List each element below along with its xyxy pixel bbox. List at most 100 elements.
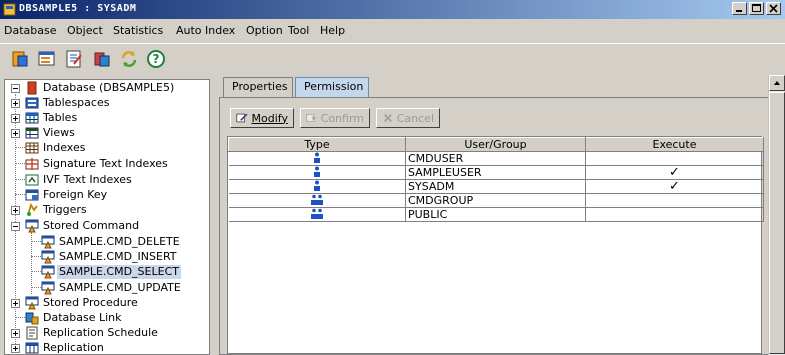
tree-item-stored-command[interactable]: Stored Command bbox=[5, 218, 209, 234]
expand-icon[interactable] bbox=[11, 299, 20, 308]
column-header-type[interactable]: Type bbox=[228, 137, 406, 152]
maximize-button[interactable] bbox=[749, 2, 764, 15]
type-cell bbox=[228, 165, 406, 180]
menu-statistics[interactable]: Statistics bbox=[113, 24, 163, 37]
execute-cell[interactable] bbox=[585, 151, 764, 166]
table-row[interactable]: SYSADM ✓ bbox=[228, 179, 764, 194]
app-icon bbox=[3, 3, 16, 16]
confirm-label: Confirm bbox=[320, 111, 364, 125]
command-icon bbox=[41, 281, 55, 295]
tree-item-replication-schedule[interactable]: Replication Schedule bbox=[5, 325, 209, 341]
scroll-up-button[interactable] bbox=[769, 75, 785, 91]
column-header-execute[interactable]: Execute bbox=[585, 137, 764, 152]
permission-tab-content: Modify Confirm Cancel Type User/Group Ex… bbox=[219, 97, 769, 355]
arrow-up-icon bbox=[774, 81, 780, 85]
execute-cell[interactable] bbox=[585, 193, 764, 208]
tree-item-tables[interactable]: Tables bbox=[5, 110, 209, 126]
tab-permission[interactable]: Permission bbox=[295, 77, 369, 97]
tablespace-icon bbox=[25, 97, 39, 109]
signature-index-icon bbox=[25, 158, 39, 170]
expand-icon[interactable] bbox=[11, 99, 20, 108]
cancel-button[interactable]: Cancel bbox=[376, 108, 440, 128]
tree-label: Replication bbox=[43, 341, 104, 354]
menu-option[interactable]: Option bbox=[246, 24, 283, 37]
table-row[interactable]: SAMPLEUSER ✓ bbox=[228, 165, 764, 180]
command-icon bbox=[41, 235, 55, 249]
properties-icon[interactable] bbox=[37, 49, 57, 69]
tree-item-cmd-select[interactable]: SAMPLE.CMD_SELECT bbox=[5, 264, 209, 280]
vertical-scrollbar[interactable] bbox=[768, 75, 785, 355]
collapse-icon[interactable] bbox=[11, 222, 20, 231]
table-row[interactable]: PUBLIC bbox=[228, 207, 764, 222]
tree-item-triggers[interactable]: Triggers bbox=[5, 202, 209, 218]
tree-item-ivf-text-indexes[interactable]: IVF Text Indexes bbox=[5, 172, 209, 188]
scroll-thumb[interactable] bbox=[769, 92, 785, 354]
column-header-user-group[interactable]: User/Group bbox=[405, 137, 586, 152]
connect-icon[interactable] bbox=[10, 49, 30, 69]
expand-icon[interactable] bbox=[11, 206, 20, 215]
menu-tool[interactable]: Tool bbox=[288, 24, 309, 37]
tree-item-tablespaces[interactable]: Tablespaces bbox=[5, 95, 209, 111]
permission-grid: Type User/Group Execute CMDUSER SAMPLEUS… bbox=[227, 136, 764, 354]
type-cell bbox=[228, 207, 406, 222]
stored-procedure-icon bbox=[25, 296, 39, 310]
tree-label: Replication Schedule bbox=[43, 326, 158, 339]
tree-item-cmd-delete[interactable]: SAMPLE.CMD_DELETE bbox=[5, 234, 209, 250]
tree-item-stored-procedure[interactable]: Stored Procedure bbox=[5, 295, 209, 311]
execute-cell[interactable]: ✓ bbox=[585, 179, 764, 194]
tree-item-signature-text-indexes[interactable]: Signature Text Indexes bbox=[5, 156, 209, 172]
index-icon bbox=[25, 142, 39, 154]
collapse-icon[interactable] bbox=[11, 84, 20, 93]
object-tree: Database (DBSAMPLE5) Tablespaces Tables … bbox=[4, 79, 210, 355]
expand-icon[interactable] bbox=[11, 344, 20, 353]
group-icon bbox=[310, 208, 323, 219]
tree-item-views[interactable]: Views bbox=[5, 125, 209, 141]
menu-bar: Database Object Statistics Auto Index Op… bbox=[0, 19, 785, 41]
tree-item-indexes[interactable]: Indexes bbox=[5, 140, 209, 156]
database-icon bbox=[27, 81, 37, 95]
tree-label: SAMPLE.CMD_INSERT bbox=[59, 250, 177, 263]
modify-label: Modify bbox=[251, 111, 288, 125]
close-button[interactable] bbox=[766, 2, 781, 15]
modify-button[interactable]: Modify bbox=[230, 108, 294, 128]
tree-item-database-link[interactable]: Database Link bbox=[5, 310, 209, 326]
tree-item-replication[interactable]: Replication bbox=[5, 340, 209, 354]
expand-icon[interactable] bbox=[11, 129, 20, 138]
tree-item-database[interactable]: Database (DBSAMPLE5) bbox=[5, 80, 209, 96]
confirm-button[interactable]: Confirm bbox=[300, 108, 370, 128]
help-icon[interactable]: ? bbox=[146, 49, 166, 69]
user-icon bbox=[313, 152, 320, 163]
edit-icon[interactable] bbox=[64, 49, 84, 69]
type-cell bbox=[228, 179, 406, 194]
tree-item-cmd-update[interactable]: SAMPLE.CMD_UPDATE bbox=[5, 280, 209, 296]
table-row[interactable]: CMDUSER bbox=[228, 151, 764, 166]
table-row[interactable]: CMDGROUP bbox=[228, 193, 764, 208]
tree-item-cmd-insert[interactable]: SAMPLE.CMD_INSERT bbox=[5, 249, 209, 265]
expand-icon[interactable] bbox=[11, 329, 20, 338]
title-bar: DBSAMPLE5 : SYSADM bbox=[0, 0, 785, 19]
trigger-icon bbox=[27, 203, 38, 216]
detail-panel: Properties Permission Modify Confirm Can… bbox=[215, 75, 785, 355]
execute-cell[interactable]: ✓ bbox=[585, 165, 764, 180]
view-icon bbox=[25, 127, 39, 139]
minimize-button[interactable] bbox=[732, 2, 747, 15]
menu-database[interactable]: Database bbox=[4, 24, 57, 37]
tree-label: SAMPLE.CMD_SELECT bbox=[57, 265, 181, 279]
menu-object[interactable]: Object bbox=[67, 24, 103, 37]
tab-properties[interactable]: Properties bbox=[223, 77, 293, 97]
cancel-icon bbox=[383, 114, 392, 122]
execute-cell[interactable] bbox=[585, 207, 764, 222]
refresh-icon[interactable] bbox=[119, 49, 139, 69]
foreign-key-icon bbox=[25, 189, 39, 201]
tree-item-foreign-key[interactable]: Foreign Key bbox=[5, 187, 209, 203]
transfer-icon[interactable] bbox=[92, 49, 112, 69]
user-icon bbox=[313, 180, 320, 191]
tree-label: Signature Text Indexes bbox=[43, 157, 168, 170]
tree-label: Stored Procedure bbox=[43, 296, 138, 309]
menu-help[interactable]: Help bbox=[320, 24, 345, 37]
command-icon bbox=[41, 250, 55, 264]
expand-icon[interactable] bbox=[11, 114, 20, 123]
stored-command-icon bbox=[25, 219, 39, 233]
menu-auto-index[interactable]: Auto Index bbox=[176, 24, 235, 37]
cancel-label: Cancel bbox=[396, 111, 434, 125]
